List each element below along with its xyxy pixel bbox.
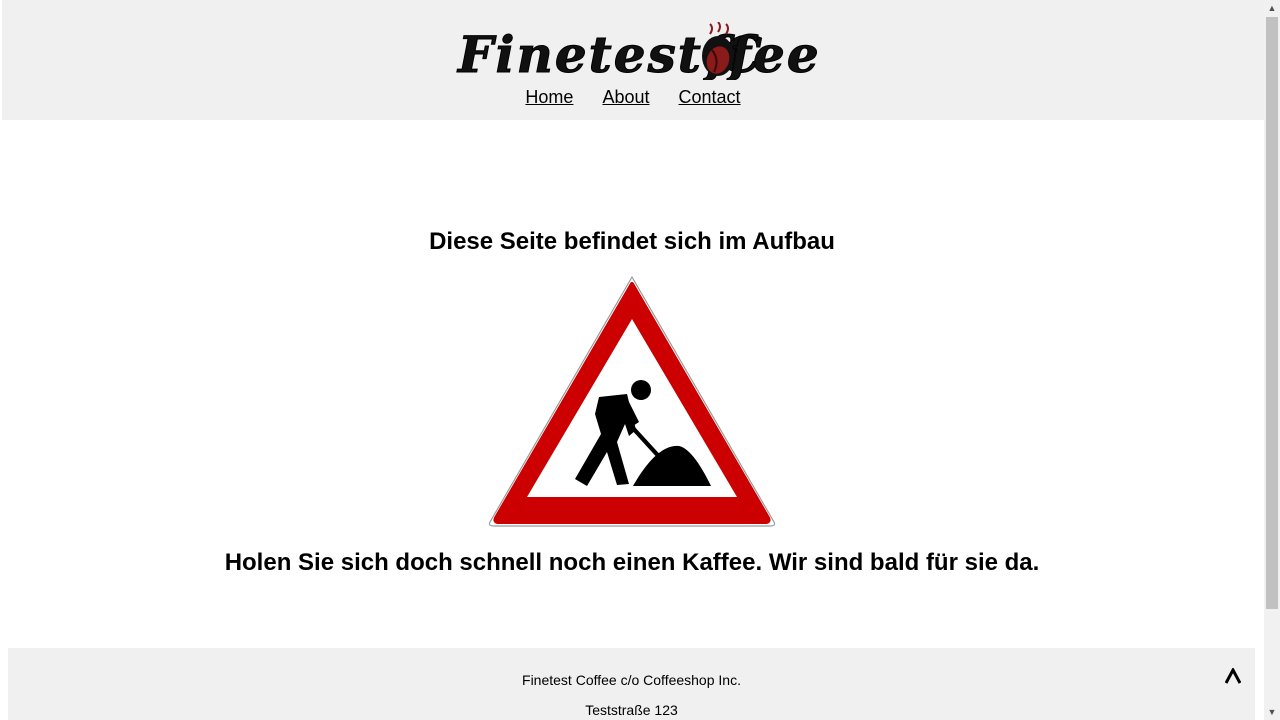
page: Finetest C ffee Home About Contact Diese… xyxy=(0,0,1264,720)
site-footer: Finetest Coffee c/o Coffeeshop Inc. Test… xyxy=(8,648,1255,720)
caret-up-icon xyxy=(1224,666,1242,684)
footer-company: Finetest Coffee c/o Coffeeshop Inc. xyxy=(522,672,741,688)
road-works-sign-icon xyxy=(488,276,776,527)
site-logo[interactable]: Finetest C ffee xyxy=(456,22,818,80)
scroll-down-arrow-icon[interactable]: ▼ xyxy=(1264,704,1280,720)
site-header: Finetest C ffee Home About Contact xyxy=(2,0,1264,120)
main-nav: Home About Contact xyxy=(2,87,1264,108)
back-to-top-button[interactable] xyxy=(1224,662,1242,688)
nav-home-link[interactable]: Home xyxy=(525,87,573,108)
scroll-up-arrow-icon[interactable]: ▲ xyxy=(1264,0,1280,16)
nav-contact-link[interactable]: Contact xyxy=(679,87,741,108)
coffee-message: Holen Sie sich doch schnell noch einen K… xyxy=(224,549,1040,576)
nav-about-link[interactable]: About xyxy=(602,87,649,108)
footer-street: Teststraße 123 xyxy=(585,702,678,718)
scrollbar-thumb[interactable] xyxy=(1266,17,1278,609)
scrollbar[interactable]: ▲ ▼ xyxy=(1264,0,1280,720)
under-construction-heading: Diese Seite befindet sich im Aufbau xyxy=(429,228,835,255)
